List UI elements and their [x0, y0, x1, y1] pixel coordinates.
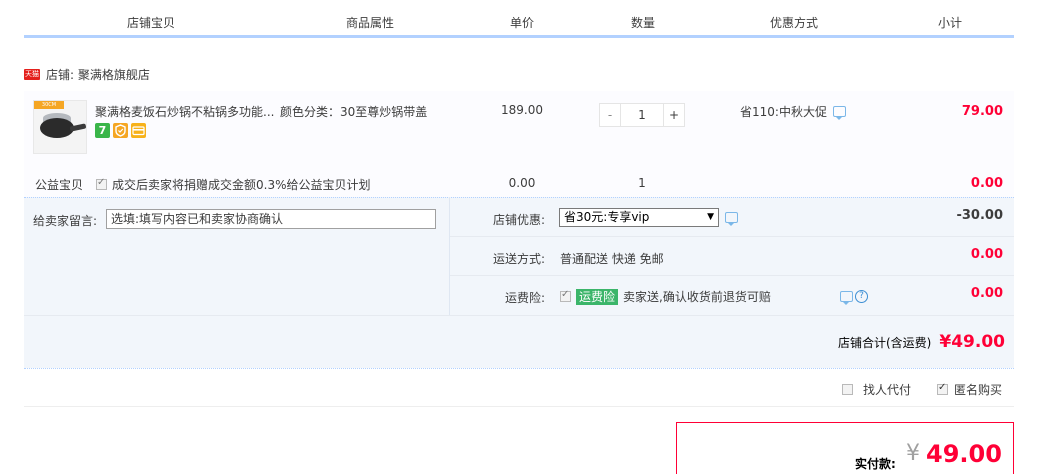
- shop-total-value: ¥49.00: [939, 332, 1005, 352]
- extra-vertical-divider: [449, 197, 450, 315]
- product-title-link[interactable]: 聚满格麦饭石炒锅不粘锅多功能...: [95, 103, 275, 120]
- header-col-item: 店铺宝贝: [126, 16, 175, 30]
- anonymous-checkbox[interactable]: [937, 382, 948, 395]
- charity-checkbox[interactable]: [96, 177, 107, 190]
- insurance-label: 运费险:: [504, 291, 545, 305]
- shop-total: 店铺合计(含运费) ¥49.00: [838, 332, 1005, 352]
- wok-shape: [40, 118, 74, 138]
- shipping-method: 普通配送 快递 免邮: [560, 252, 664, 266]
- extra-top-divider: [24, 197, 1014, 198]
- row-divider: [24, 315, 1014, 316]
- insurance-amount: 0.00: [970, 286, 1003, 301]
- product-image-tag: 30CM: [34, 101, 64, 109]
- proxy-pay-option[interactable]: 找人代付: [842, 381, 911, 398]
- proxy-pay-checkbox[interactable]: [842, 384, 853, 395]
- shipping-label: 运送方式:: [492, 252, 545, 266]
- credit-card-icon[interactable]: [131, 123, 146, 138]
- insurance-tag: 运费险: [576, 288, 619, 305]
- payment-total: 49.00: [926, 440, 1002, 468]
- promo-chat-icon[interactable]: [832, 106, 846, 120]
- shop-name[interactable]: 店铺: 聚满格旗舰店: [46, 66, 150, 83]
- service-badges: 7: [95, 123, 146, 138]
- insurance-info: 运费险 卖家送,确认收货前退货可赔: [560, 288, 771, 305]
- promo-info: 省110:中秋大促: [740, 103, 846, 120]
- shop-discount-label: 店铺优惠:: [492, 213, 545, 227]
- header-col-attributes: 商品属性: [345, 16, 394, 30]
- unit-price: 189.00: [501, 103, 543, 117]
- discount-chat-icon[interactable]: [725, 212, 738, 226]
- payment-label: 实付款:: [855, 457, 896, 471]
- shop-total-label: 店铺合计(含运费): [838, 336, 932, 350]
- qty-input[interactable]: 1: [621, 103, 663, 127]
- charity-subtotal: 0.00: [970, 176, 1003, 191]
- shop-discount-select[interactable]: 省30元:专享vip ▼: [559, 208, 719, 227]
- charity-qty: 1: [638, 176, 646, 190]
- proxy-pay-label[interactable]: 找人代付: [863, 381, 911, 398]
- header-col-price: 单价: [509, 16, 534, 30]
- seven-day-return-icon[interactable]: 7: [95, 123, 110, 138]
- header-col-promo: 优惠方式: [769, 16, 818, 30]
- quantity-stepper: - 1 +: [599, 103, 685, 127]
- row-divider: [450, 236, 1014, 237]
- options-divider: [24, 406, 1014, 407]
- shipping-amount: 0.00: [970, 247, 1003, 262]
- insurance-desc: 卖家送,确认收货前退货可赔: [623, 290, 771, 304]
- message-label: 给卖家留言:: [33, 214, 98, 228]
- promo-text: 省110:中秋大促: [740, 105, 827, 119]
- extra-bottom-divider: [24, 368, 1014, 369]
- charity-price: 0.00: [508, 176, 536, 190]
- header-divider: [702, 33, 704, 35]
- qty-increase-button[interactable]: +: [663, 103, 685, 127]
- order-table-header: 店铺宝贝 商品属性 单价 数量 优惠方式 小计: [24, 12, 1014, 38]
- insurance-help-icon[interactable]: ?: [855, 290, 868, 303]
- shop-discount-selected: 省30元:专享vip: [564, 210, 650, 224]
- insurance-chat-icon[interactable]: [840, 291, 853, 305]
- shop-discount-amount: -30.00: [956, 208, 1003, 223]
- insurance-checkbox[interactable]: [560, 289, 571, 302]
- product-image[interactable]: 30CM: [33, 100, 87, 154]
- row-divider: [450, 275, 1014, 276]
- dropdown-arrow-icon: ▼: [707, 212, 714, 222]
- payment-currency: ¥: [906, 441, 920, 466]
- charity-label: 公益宝贝: [35, 178, 84, 192]
- item-subtotal: 79.00: [961, 104, 1003, 119]
- tmall-icon: 天猫: [24, 68, 40, 80]
- guarantee-icon[interactable]: [113, 123, 128, 138]
- product-sku: 颜色分类：30至尊炒锅带盖: [280, 105, 428, 119]
- charity-info: 成交后卖家将捐赠成交金额0.3%给公益宝贝计划: [96, 176, 371, 193]
- header-col-qty: 数量: [630, 16, 655, 30]
- message-input[interactable]: 选填:填写内容已和卖家协商确认: [106, 209, 436, 229]
- shop-header: 天猫 店铺: 聚满格旗舰店: [24, 64, 150, 84]
- header-divider: [460, 33, 462, 35]
- anonymous-option[interactable]: 匿名购买: [937, 381, 1002, 398]
- payment-summary: 实付款: ¥ 49.00: [676, 422, 1014, 474]
- header-col-subtotal: 小计: [937, 16, 962, 30]
- anonymous-label[interactable]: 匿名购买: [954, 381, 1002, 398]
- header-divider: [278, 33, 280, 35]
- header-divider: [884, 33, 886, 35]
- charity-desc: 成交后卖家将捐赠成交金额0.3%给公益宝贝计划: [112, 178, 371, 192]
- qty-decrease-button[interactable]: -: [599, 103, 621, 127]
- header-divider: [582, 33, 584, 35]
